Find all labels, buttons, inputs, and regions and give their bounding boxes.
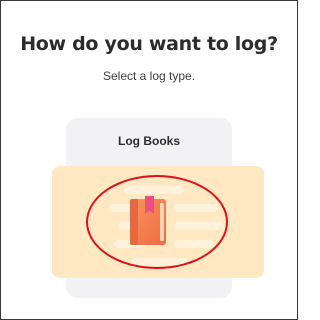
decorative-stripe: [174, 222, 224, 230]
log-books-option-label: Log Books: [118, 134, 180, 148]
decorative-stripe: [174, 240, 214, 248]
decorative-stripe: [124, 186, 184, 194]
dialog-title: How do you want to log?: [20, 33, 278, 55]
decorative-stripe: [132, 258, 188, 266]
decorative-stripe: [174, 204, 218, 212]
dialog-subtitle: Select a log type.: [102, 69, 196, 83]
book-icon: [130, 196, 166, 245]
